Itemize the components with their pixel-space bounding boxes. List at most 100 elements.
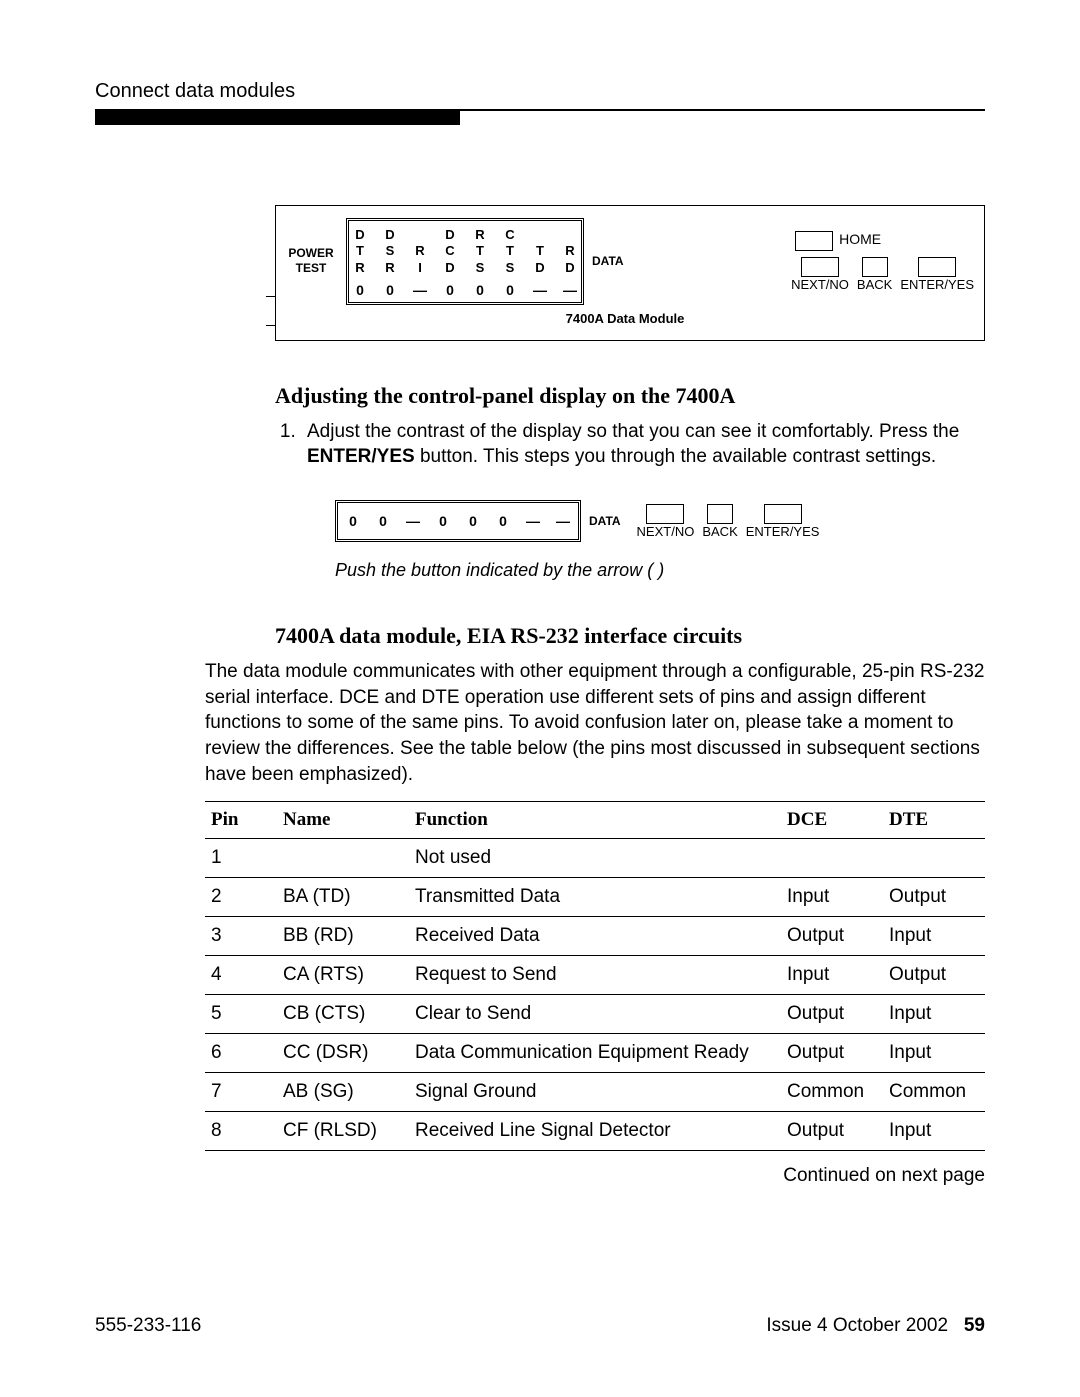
th-dce: DCE: [781, 802, 883, 839]
enter-yes-label: ENTER/YES: [900, 277, 974, 292]
lcd-values: 00—000——: [353, 282, 577, 298]
lcd-col: DTR: [353, 227, 367, 276]
cell-name: CA (RTS): [277, 956, 409, 995]
data-label: DATA: [592, 254, 624, 268]
th-pin: Pin: [205, 802, 277, 839]
next-no-button-2[interactable]: [646, 504, 684, 524]
cell-name: AB (SG): [277, 1073, 409, 1112]
back-button-2[interactable]: [707, 504, 733, 524]
cell-func: Received Line Signal Detector: [409, 1112, 781, 1151]
table-row: 5CB (CTS)Clear to SendOutputInput: [205, 995, 985, 1034]
lcd-val: 0: [466, 513, 480, 529]
lcd-column-labels: DTRDSR RIDCDRTSCTS TD RD: [353, 227, 577, 276]
issue-page: Issue 4 October 2002 59: [766, 1315, 985, 1337]
cell-pin: 7: [205, 1073, 277, 1112]
cell-pin: 1: [205, 839, 277, 878]
lcd-val: 0: [443, 282, 457, 298]
cell-func: Data Communication Equipment Ready: [409, 1034, 781, 1073]
step-1: Adjust the contrast of the display so th…: [301, 419, 985, 470]
lcd-val: 0: [503, 282, 517, 298]
lcd-col: RTS: [473, 227, 487, 276]
lcd-val: 0: [383, 282, 397, 298]
cell-dte: Output: [883, 878, 985, 917]
cell-dce: [781, 839, 883, 878]
page-number: 59: [964, 1315, 985, 1336]
lcd-col: CTS: [503, 227, 517, 276]
running-head: Connect data modules: [95, 80, 985, 103]
next-no-button[interactable]: [801, 257, 839, 277]
lcd-val: —: [406, 513, 420, 529]
lcd-col: DSR: [383, 227, 397, 276]
data-label-2: DATA: [589, 514, 621, 528]
enter-yes-button-2[interactable]: [764, 504, 802, 524]
lcd-col: RI: [413, 227, 427, 276]
th-func: Function: [409, 802, 781, 839]
cell-func: Received Data: [409, 917, 781, 956]
panel-caption: 7400A Data Module: [276, 311, 974, 326]
home-button-label: HOME: [839, 231, 881, 247]
cell-dte: Input: [883, 1112, 985, 1151]
doc-number: 555-233-116: [95, 1315, 201, 1337]
th-name: Name: [277, 802, 409, 839]
step1-part-c: button. This steps you through the avail…: [415, 446, 936, 467]
step-list: Adjust the contrast of the display so th…: [275, 419, 985, 470]
cell-dce: Output: [781, 1034, 883, 1073]
test-label: TEST: [276, 261, 346, 277]
lcd-val: —: [533, 282, 547, 298]
table-header-row: Pin Name Function DCE DTE: [205, 802, 985, 839]
step1-part-a: Adjust the contrast of the display so th…: [307, 421, 959, 442]
power-test-label: POWER TEST: [276, 246, 346, 277]
cell-func: Clear to Send: [409, 995, 781, 1034]
cell-dce: Output: [781, 995, 883, 1034]
cell-dte: Input: [883, 1034, 985, 1073]
back-button[interactable]: [862, 257, 888, 277]
cell-pin: 5: [205, 995, 277, 1034]
lcd-val: 0: [473, 282, 487, 298]
thick-bar: [95, 111, 460, 125]
lcd-display-small: 00—000——: [335, 500, 581, 542]
lcd-col: TD: [533, 227, 547, 276]
th-dte: DTE: [883, 802, 985, 839]
table-row: 7AB (SG)Signal GroundCommonCommon: [205, 1073, 985, 1112]
next-no-label-2: NEXT/NO: [637, 524, 695, 539]
rs232-paragraph: The data module communicates with other …: [205, 659, 985, 787]
cell-dte: [883, 839, 985, 878]
lcd-val: —: [526, 513, 540, 529]
table-row: 1 Not used: [205, 839, 985, 878]
lcd-val: 0: [353, 282, 367, 298]
step1-enter-yes: ENTER/YES: [307, 446, 415, 467]
cell-name: BB (RD): [277, 917, 409, 956]
page-footer: 555-233-116 Issue 4 October 2002 59: [95, 1315, 985, 1337]
next-no-label: NEXT/NO: [791, 277, 849, 292]
cell-dce: Output: [781, 1112, 883, 1151]
enter-yes-label-2: ENTER/YES: [746, 524, 820, 539]
cell-func: Request to Send: [409, 956, 781, 995]
lcd-display: DTRDSR RIDCDRTSCTS TD RD 00—000——: [346, 218, 584, 305]
lcd-val: —: [413, 282, 427, 298]
cell-dte: Common: [883, 1073, 985, 1112]
cell-dte: Output: [883, 956, 985, 995]
cell-pin: 4: [205, 956, 277, 995]
heading-rs232: 7400A data module, EIA RS-232 interface …: [275, 623, 985, 649]
cell-name: CC (DSR): [277, 1034, 409, 1073]
issue-text: Issue 4 October 2002: [766, 1315, 948, 1336]
cell-dte: Input: [883, 917, 985, 956]
cell-func: Transmitted Data: [409, 878, 781, 917]
pin-table: Pin Name Function DCE DTE 1Not used2BA (…: [205, 801, 985, 1151]
lcd-col: RD: [563, 227, 577, 276]
home-button[interactable]: [795, 231, 833, 251]
cell-func: Not used: [409, 839, 781, 878]
lcd-val: 0: [376, 513, 390, 529]
cell-name: BA (TD): [277, 878, 409, 917]
lcd-val: 0: [496, 513, 510, 529]
table-row: 4CA (RTS)Request to SendInputOutput: [205, 956, 985, 995]
table-row: 6CC (DSR)Data Communication Equipment Re…: [205, 1034, 985, 1073]
enter-yes-button[interactable]: [918, 257, 956, 277]
panel-diagram-small: 00—000—— DATA NEXT/NO BACK ENTER/YES: [335, 500, 985, 542]
cell-dce: Output: [781, 917, 883, 956]
lcd-val: —: [563, 282, 577, 298]
lcd-val: 0: [436, 513, 450, 529]
table-row: 8CF (RLSD)Received Line Signal DetectorO…: [205, 1112, 985, 1151]
push-button-note: Push the button indicated by the arrow (…: [335, 560, 985, 581]
cell-pin: 3: [205, 917, 277, 956]
